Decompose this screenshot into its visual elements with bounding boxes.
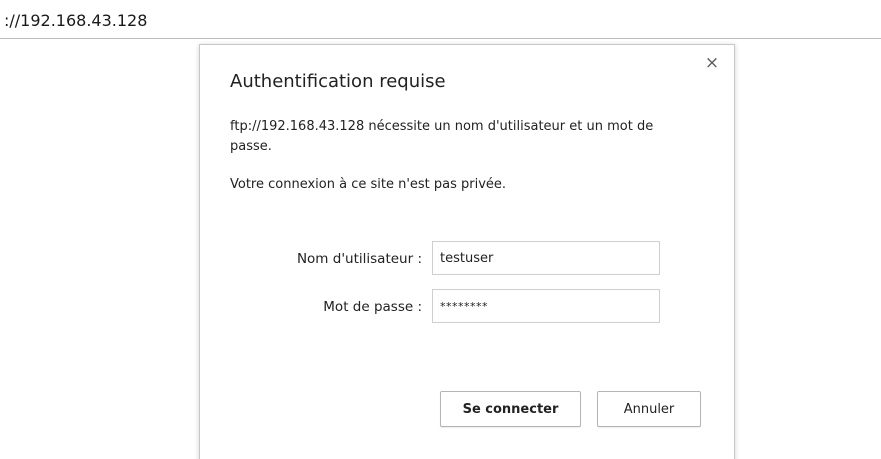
login-button[interactable]: Se connecter (440, 391, 581, 427)
dialog-message: ftp://192.168.43.128 nécessite un nom d'… (230, 119, 654, 154)
username-input[interactable] (432, 241, 660, 275)
cancel-button[interactable]: Annuler (597, 391, 701, 427)
page: ://192.168.43.128 × Authentification req… (0, 0, 881, 459)
dialog-title: Authentification requise (230, 71, 446, 92)
password-label: Mot de passe : (323, 299, 422, 315)
close-icon[interactable]: × (704, 55, 720, 72)
connection-warning: Votre connexion à ce site n'est pas priv… (230, 177, 507, 192)
address-bar[interactable]: ://192.168.43.128 (0, 0, 881, 40)
address-url[interactable]: ://192.168.43.128 (4, 11, 147, 31)
password-input[interactable] (432, 289, 660, 323)
username-label: Nom d'utilisateur : (296, 251, 422, 267)
authentication-dialog: × Authentification requise ftp://192.168… (199, 44, 735, 459)
address-divider (0, 38, 881, 39)
